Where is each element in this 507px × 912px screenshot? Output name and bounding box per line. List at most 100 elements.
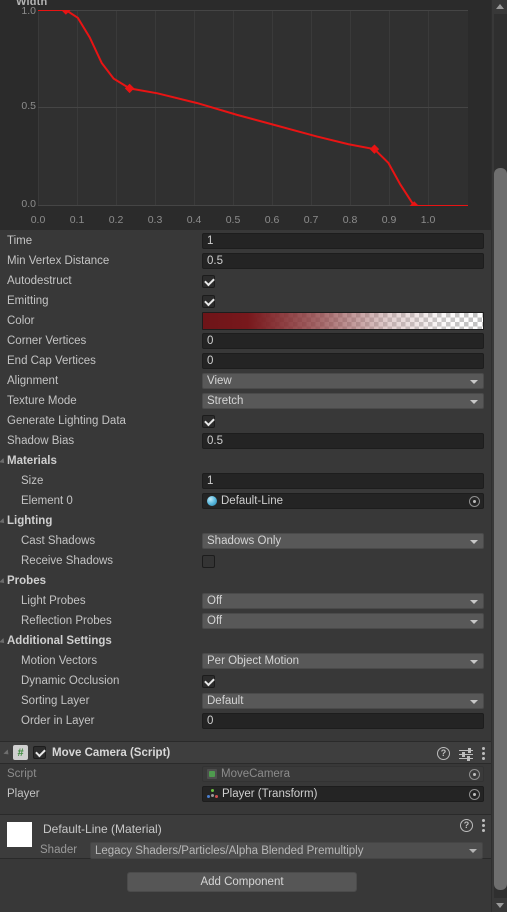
text-input[interactable]: 1 xyxy=(202,473,484,489)
object-field-value: Player (Transform) xyxy=(222,788,318,800)
property-label: Materials xyxy=(7,455,57,467)
property-row: Motion Vectors Per Object Motion xyxy=(0,651,491,671)
property-row[interactable]: Lighting xyxy=(0,511,491,531)
move-camera-fields: Script MoveCamera Player Player (Transform) xyxy=(0,764,491,804)
property-row: Script MoveCamera xyxy=(0,764,491,784)
x-tick-0-4: 0.4 xyxy=(186,214,202,226)
chevron-down-icon xyxy=(470,400,478,404)
dropdown[interactable]: View xyxy=(202,373,484,389)
chevron-down-icon[interactable] xyxy=(3,748,11,757)
gradient-field[interactable] xyxy=(202,312,484,330)
x-tick-0-6: 0.6 xyxy=(264,214,280,226)
object-picker-icon[interactable] xyxy=(469,496,480,507)
property-field: 0.5 xyxy=(202,253,491,269)
dropdown-value: Stretch xyxy=(207,395,244,407)
text-input[interactable]: 0 xyxy=(202,713,484,729)
property-row: Reflection Probes Off xyxy=(0,611,491,631)
help-icon[interactable]: ? xyxy=(460,819,473,832)
checkbox[interactable] xyxy=(202,294,215,308)
property-label: Size xyxy=(21,475,44,487)
checkbox[interactable] xyxy=(202,414,215,428)
object-field[interactable]: Player (Transform) xyxy=(202,786,484,802)
property-label: Shadow Bias xyxy=(7,435,75,447)
checkbox[interactable] xyxy=(202,274,215,288)
text-input[interactable]: 0 xyxy=(202,333,484,349)
curve-plot-area[interactable] xyxy=(38,10,468,206)
x-tick-0-7: 0.7 xyxy=(303,214,319,226)
curve-line xyxy=(38,10,468,206)
property-row: Color xyxy=(0,311,491,331)
script-file-icon xyxy=(207,769,217,779)
vertical-scrollbar[interactable] xyxy=(491,0,507,912)
more-menu-icon[interactable] xyxy=(482,819,485,832)
property-field: 1 xyxy=(202,473,491,489)
property-field: 0 xyxy=(202,713,491,729)
property-label: Corner Vertices xyxy=(7,335,87,347)
property-field: 0.5 xyxy=(202,433,491,449)
property-row: Time 1 xyxy=(0,231,491,251)
text-input[interactable]: 0.5 xyxy=(202,253,484,269)
shader-value: Legacy Shaders/Particles/Alpha Blended P… xyxy=(95,844,364,857)
move-camera-component: # Move Camera (Script) ? Script MoveCamer… xyxy=(0,741,491,804)
property-label: Time xyxy=(7,235,33,247)
help-icon[interactable]: ? xyxy=(437,747,450,760)
add-component-area: Add Component xyxy=(0,861,491,905)
dropdown-value: View xyxy=(207,375,232,387)
object-picker-icon[interactable] xyxy=(469,769,480,780)
chevron-down-icon[interactable] xyxy=(0,578,7,586)
property-field xyxy=(202,294,491,308)
dropdown[interactable]: Default xyxy=(202,693,484,709)
property-field: 0 xyxy=(202,353,491,369)
inspector-window: Width 1.0 0.5 0.0 0.0 0.1 0.2 0.3 0.4 0.… xyxy=(0,0,507,912)
property-label: Receive Shadows xyxy=(21,555,114,567)
scroll-down-arrow-icon[interactable] xyxy=(496,903,504,908)
shader-label: Shader xyxy=(40,844,78,856)
property-field xyxy=(202,414,491,428)
property-label: Alignment xyxy=(7,375,59,387)
property-row: Order in Layer 0 xyxy=(0,711,491,731)
text-input[interactable]: 0 xyxy=(202,353,484,369)
chevron-down-icon xyxy=(470,700,478,704)
more-menu-icon[interactable] xyxy=(482,747,485,760)
dropdown-value: Off xyxy=(207,615,223,627)
preset-icon[interactable] xyxy=(459,747,473,761)
text-input[interactable]: 0.5 xyxy=(202,433,484,449)
checkbox[interactable] xyxy=(202,554,215,568)
property-row[interactable]: Additional Settings xyxy=(0,631,491,651)
object-field-value: MoveCamera xyxy=(221,768,291,780)
dropdown[interactable]: Off xyxy=(202,593,484,609)
object-field[interactable]: Default-Line xyxy=(202,493,484,509)
property-row[interactable]: Materials xyxy=(0,451,491,471)
scrollbar-thumb[interactable] xyxy=(494,168,507,890)
dropdown[interactable]: Shadows Only xyxy=(202,533,484,549)
curve-editor-panel[interactable]: Width 1.0 0.5 0.0 0.0 0.1 0.2 0.3 0.4 0.… xyxy=(0,0,491,230)
property-label: End Cap Vertices xyxy=(7,355,96,367)
property-label: Min Vertex Distance xyxy=(7,255,110,267)
chevron-down-icon[interactable] xyxy=(0,518,7,526)
chevron-down-icon[interactable] xyxy=(0,638,7,646)
property-label: Texture Mode xyxy=(7,395,77,407)
text-input[interactable]: 1 xyxy=(202,233,484,249)
property-row[interactable]: Probes xyxy=(0,571,491,591)
x-tick-0-1: 0.1 xyxy=(69,214,85,226)
property-field xyxy=(202,274,491,288)
dropdown[interactable]: Off xyxy=(202,613,484,629)
chevron-down-icon xyxy=(469,849,477,853)
shader-dropdown[interactable]: Legacy Shaders/Particles/Alpha Blended P… xyxy=(90,842,483,859)
property-row: Light Probes Off xyxy=(0,591,491,611)
dropdown-value: Per Object Motion xyxy=(207,655,300,667)
dropdown[interactable]: Stretch xyxy=(202,393,484,409)
component-enabled-checkbox[interactable] xyxy=(33,746,46,759)
move-camera-header[interactable]: # Move Camera (Script) ? xyxy=(0,741,491,764)
property-label: Additional Settings xyxy=(7,635,112,647)
add-component-button[interactable]: Add Component xyxy=(127,872,357,892)
property-label: Sorting Layer xyxy=(21,695,90,707)
scroll-up-arrow-icon[interactable] xyxy=(496,4,504,9)
property-row: Player Player (Transform) xyxy=(0,784,491,804)
checkbox[interactable] xyxy=(202,674,215,688)
dropdown[interactable]: Per Object Motion xyxy=(202,653,484,669)
property-label: Element 0 xyxy=(21,495,73,507)
chevron-down-icon[interactable] xyxy=(0,458,7,466)
script-icon: # xyxy=(13,745,28,760)
object-picker-icon[interactable] xyxy=(469,789,480,800)
